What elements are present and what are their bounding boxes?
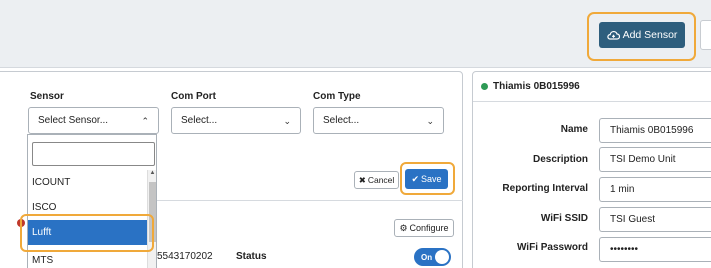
configure-button[interactable]: ⚙ Configure (394, 219, 454, 237)
check-icon: ✔ (411, 173, 420, 184)
dropdown-item-label: ICOUNT (32, 177, 71, 188)
status-label: Status (236, 251, 267, 262)
reporting-interval-value: 1 min (610, 184, 635, 195)
com-port-label: Com Port (171, 91, 216, 102)
chevron-down-icon: ⌄ (426, 116, 434, 126)
cloud-plus-icon (606, 30, 620, 40)
sensor-select[interactable]: Select Sensor... ⌃ (28, 107, 159, 134)
wifi-password-label: WiFi Password (516, 242, 588, 253)
com-port-select-value: Select... (181, 115, 218, 126)
reporting-interval-label: Reporting Interval (502, 183, 588, 194)
description-field[interactable]: TSI Demo Unit (599, 147, 711, 172)
description-value: TSI Demo Unit (610, 154, 676, 165)
close-icon: ✖ (358, 174, 366, 185)
name-field[interactable]: Thiamis 0B015996 (599, 118, 711, 143)
toolbar-next-button[interactable] (700, 20, 711, 50)
cancel-label: Cancel (367, 175, 395, 185)
online-status-icon (481, 83, 488, 90)
cancel-button[interactable]: ✖ Cancel (354, 171, 399, 189)
device-title-text: Thiamis 0B015996 (493, 81, 580, 92)
com-type-label: Com Type (313, 91, 361, 102)
chevron-up-icon: ⌃ (141, 116, 149, 126)
name-value: Thiamis 0B015996 (610, 125, 694, 136)
wifi-ssid-label: WiFi SSID (540, 213, 588, 224)
toggle-label: On (421, 252, 433, 262)
device-title: Thiamis 0B015996 (481, 81, 580, 92)
scroll-up-icon[interactable]: ▲ (148, 170, 157, 176)
com-port-select[interactable]: Select... ⌄ (171, 107, 301, 134)
lufft-highlight (20, 214, 154, 252)
reporting-interval-field[interactable]: 1 min (599, 177, 711, 202)
sensor-search-input[interactable] (32, 142, 155, 166)
wifi-ssid-value: TSI Guest (610, 214, 656, 225)
gear-icon: ⚙ (399, 222, 408, 233)
dropdown-item-icount[interactable]: ICOUNT (28, 170, 147, 195)
com-type-select-value: Select... (323, 115, 360, 126)
wifi-password-value: •••••••• (610, 244, 639, 255)
wifi-password-field[interactable]: •••••••• (599, 237, 711, 262)
dropdown-item-label: MTS (32, 255, 54, 266)
chevron-down-icon: ⌄ (283, 116, 291, 126)
configure-label: Configure (409, 223, 449, 233)
panel-divider (150, 200, 463, 201)
add-sensor-button[interactable]: Add Sensor (599, 22, 685, 48)
add-sensor-label: Add Sensor (622, 29, 678, 41)
toggle-knob (435, 250, 449, 264)
save-button[interactable]: ✔ Save (405, 169, 448, 189)
save-label: Save (421, 174, 442, 184)
sensor-select-value: Select Sensor... (38, 115, 109, 126)
com-type-select[interactable]: Select... ⌄ (313, 107, 444, 134)
dropdown-item-label: ISCO (32, 202, 57, 213)
status-toggle[interactable]: On (414, 248, 451, 266)
sensor-label: Sensor (30, 91, 64, 102)
name-label: Name (560, 124, 588, 135)
device-divider (473, 101, 711, 102)
wifi-ssid-field[interactable]: TSI Guest (599, 207, 711, 232)
sensor-id: 5543170202 (157, 251, 213, 262)
description-label: Description (532, 154, 588, 165)
